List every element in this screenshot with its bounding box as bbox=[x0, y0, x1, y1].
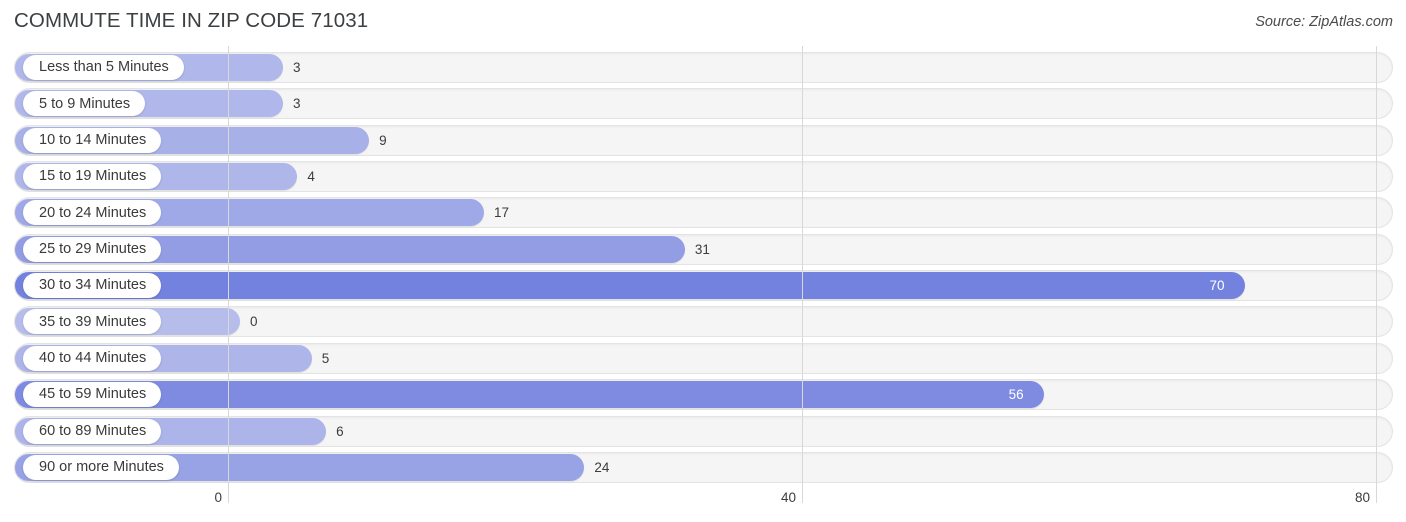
category-label-pill: 60 to 89 Minutes bbox=[23, 418, 162, 444]
tick-mark-0 bbox=[228, 486, 229, 503]
category-label-pill: 20 to 24 Minutes bbox=[23, 200, 162, 226]
tick-label-80: 80 bbox=[1354, 490, 1370, 505]
bar-row[interactable]: 45 to 59 Minutes 56 bbox=[14, 379, 1393, 411]
source-attribution: Source: ZipAtlas.com bbox=[1255, 14, 1393, 30]
category-label: 90 or more Minutes bbox=[39, 459, 164, 476]
bar-value-label: 56 bbox=[1008, 387, 1024, 403]
bar-row[interactable]: 10 to 14 Minutes 9 bbox=[14, 124, 1393, 156]
category-label: 60 to 89 Minutes bbox=[39, 422, 147, 439]
category-label-pill: 15 to 19 Minutes bbox=[23, 164, 162, 190]
bar-row[interactable]: 15 to 19 Minutes 4 bbox=[14, 161, 1393, 193]
category-label-pill: 30 to 34 Minutes bbox=[23, 273, 162, 299]
x-axis: 0 40 80 bbox=[0, 486, 1406, 522]
bar-row[interactable]: 90 or more Minutes 24 bbox=[14, 451, 1393, 483]
bar-value-label: 9 bbox=[379, 132, 387, 148]
bar-value-label: 31 bbox=[694, 241, 710, 257]
bar-value-label: 0 bbox=[250, 314, 258, 330]
tick-mark-80 bbox=[1376, 486, 1377, 503]
bar bbox=[15, 381, 1044, 409]
plot-area: Less than 5 Minutes 3 5 to 9 Minutes 3 10 to… bbox=[0, 46, 1406, 486]
chart-root: COMMUTE TIME IN ZIP CODE 71031 Source: Z… bbox=[0, 0, 1406, 522]
bar-row[interactable]: 25 to 29 Minutes 31 bbox=[14, 233, 1393, 265]
category-label-pill: 45 to 59 Minutes bbox=[23, 382, 162, 408]
category-label-pill: 90 or more Minutes bbox=[23, 454, 179, 480]
category-label: 40 to 44 Minutes bbox=[39, 350, 147, 367]
bar bbox=[15, 272, 1245, 300]
category-label: 5 to 9 Minutes bbox=[39, 95, 131, 112]
bar-row[interactable]: 40 to 44 Minutes 5 bbox=[14, 342, 1393, 374]
bar-row[interactable]: Less than 5 Minutes 3 bbox=[14, 52, 1393, 83]
category-label: Less than 5 Minutes bbox=[39, 59, 169, 76]
category-label-pill: Less than 5 Minutes bbox=[23, 55, 184, 80]
category-label: 45 to 59 Minutes bbox=[39, 386, 147, 403]
tick-label-0: 0 bbox=[214, 490, 222, 505]
bar-value-label: 6 bbox=[336, 423, 344, 439]
category-label: 10 to 14 Minutes bbox=[39, 131, 147, 148]
category-label-pill: 25 to 29 Minutes bbox=[23, 236, 162, 262]
bar-row[interactable]: 35 to 39 Minutes 0 bbox=[14, 306, 1393, 338]
page-title: COMMUTE TIME IN ZIP CODE 71031 bbox=[14, 9, 369, 32]
bar-row[interactable]: 20 to 24 Minutes 17 bbox=[14, 197, 1393, 229]
bar-value-label: 17 bbox=[493, 205, 509, 221]
bar-value-label: 70 bbox=[1209, 278, 1225, 294]
bar-value-label: 3 bbox=[293, 60, 301, 75]
bar-value-label: 4 bbox=[307, 169, 315, 185]
bar-row[interactable]: 5 to 9 Minutes 3 bbox=[14, 88, 1393, 120]
category-label: 25 to 29 Minutes bbox=[39, 241, 147, 257]
tick-label-40: 40 bbox=[780, 490, 796, 505]
bar-value-label: 5 bbox=[321, 350, 330, 366]
category-label-pill: 10 to 14 Minutes bbox=[23, 127, 162, 153]
category-label: 20 to 24 Minutes bbox=[39, 204, 147, 221]
category-label: 35 to 39 Minutes bbox=[39, 313, 147, 330]
chart-header: COMMUTE TIME IN ZIP CODE 71031 Source: Z… bbox=[0, 0, 1406, 44]
bar-row[interactable]: 60 to 89 Minutes 6 bbox=[14, 415, 1393, 447]
category-label-pill: 5 to 9 Minutes bbox=[23, 91, 146, 117]
category-label-pill: 40 to 44 Minutes bbox=[23, 345, 162, 371]
bar-row[interactable]: 30 to 34 Minutes 70 bbox=[14, 270, 1393, 302]
bar-value-label: 3 bbox=[293, 96, 301, 112]
category-label-pill: 35 to 39 Minutes bbox=[23, 309, 162, 335]
category-label: 15 to 19 Minutes bbox=[39, 168, 147, 185]
tick-mark-40 bbox=[802, 486, 803, 503]
category-label: 30 to 34 Minutes bbox=[39, 277, 147, 294]
bar-value-label: 24 bbox=[594, 459, 610, 475]
